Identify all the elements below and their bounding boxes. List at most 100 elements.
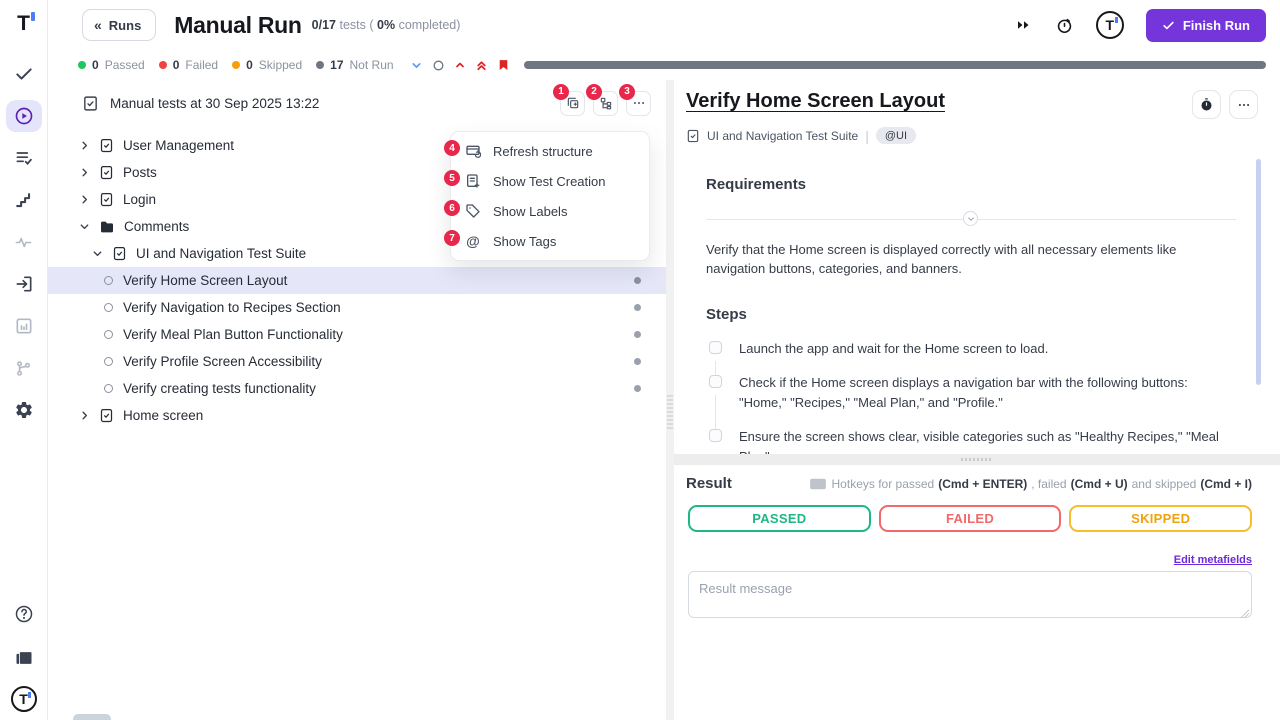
detail-more-button[interactable] — [1229, 90, 1258, 119]
bottom-partial-button[interactable] — [73, 714, 111, 720]
run-owner-avatar[interactable]: T — [1096, 11, 1124, 39]
brand-logo[interactable]: T — [17, 10, 30, 38]
timer-icon[interactable] — [1055, 16, 1074, 35]
test-status-circle — [104, 330, 113, 339]
suite-file-icon — [99, 138, 114, 153]
detail-scrollbar[interactable] — [1256, 159, 1261, 385]
notrun-dot — [316, 61, 324, 69]
back-to-runs-button[interactable]: « Runs — [82, 9, 156, 41]
steps-nav-icon[interactable] — [6, 184, 42, 216]
help-icon[interactable] — [6, 598, 42, 630]
passed-dot — [78, 61, 86, 69]
library-icon[interactable] — [6, 642, 42, 674]
tree-label: Verify Profile Screen Accessibility — [123, 354, 322, 369]
collapse-knob-icon[interactable] — [963, 211, 978, 226]
tree-label: UI and Navigation Test Suite — [136, 246, 306, 261]
rail-bottom: T — [6, 598, 42, 712]
test-title[interactable]: Verify Home Screen Layout — [686, 90, 945, 113]
test-status-circle — [104, 384, 113, 393]
tree-row-test[interactable]: Verify Navigation to Recipes Section — [48, 294, 666, 321]
tree-more-button[interactable]: 3 — [626, 91, 651, 116]
menu-item-show-test-creation[interactable]: 5 Show Test Creation — [451, 166, 649, 196]
stopwatch-button[interactable] — [1192, 90, 1221, 119]
top-bar: « Runs Manual Run 0/17 tests ( 0% comple… — [48, 0, 1280, 50]
edit-metafields-link[interactable]: Edit metafields — [1174, 554, 1252, 566]
tree-more-menu: 4 Refresh structure 5 Show Test Creation… — [450, 131, 650, 261]
analytics-nav-icon[interactable] — [6, 310, 42, 342]
test-list-nav-icon[interactable] — [6, 142, 42, 174]
tree-structure-button[interactable]: 2 — [593, 91, 618, 116]
skipped-count: 0Skipped — [232, 58, 302, 72]
activity-nav-icon[interactable] — [6, 226, 42, 258]
checks-nav-icon[interactable] — [6, 58, 42, 90]
chevron-right-icon[interactable] — [79, 167, 90, 178]
test-creation-icon — [465, 173, 481, 189]
hint-badge-6: 6 — [444, 200, 460, 216]
menu-label: Show Test Creation — [493, 174, 606, 189]
chevron-down-icon[interactable] — [92, 248, 103, 259]
step-checkbox[interactable] — [709, 341, 722, 354]
fast-forward-icon[interactable] — [1015, 16, 1033, 34]
splitter-handle[interactable] — [961, 458, 993, 461]
step-checkbox[interactable] — [709, 375, 722, 388]
tree-header: Manual tests at 30 Sep 2025 13:22 1 2 3 — [48, 80, 666, 126]
chevron-right-icon[interactable] — [79, 140, 90, 151]
back-label: Runs — [109, 18, 142, 33]
finish-run-button[interactable]: Finish Run — [1146, 9, 1266, 42]
brand-accent — [31, 12, 35, 21]
detail-header: Verify Home Screen Layout — [674, 80, 1280, 119]
priority-double-up-icon[interactable] — [475, 59, 488, 72]
passed-button[interactable]: PASSED — [688, 505, 871, 532]
copy-run-button[interactable]: 1 — [560, 91, 585, 116]
import-nav-icon[interactable] — [6, 268, 42, 300]
runs-nav-icon[interactable] — [6, 100, 42, 132]
hint-badge-4: 4 — [444, 140, 460, 156]
tree-row-test[interactable]: Verify Meal Plan Button Functionality — [48, 321, 666, 348]
priority-up-icon[interactable] — [454, 59, 466, 71]
panel-resize-divider[interactable] — [666, 80, 674, 720]
hint-badge-1: 1 — [553, 84, 569, 100]
tree-actions: 1 2 3 — [560, 91, 651, 116]
failed-button[interactable]: FAILED — [879, 505, 1062, 532]
expand-chevron-icon[interactable] — [410, 59, 423, 72]
test-dot — [634, 331, 641, 338]
resize-handle[interactable] — [667, 395, 673, 429]
tree-label: Verify Home Screen Layout — [123, 273, 287, 288]
settings-gear-icon[interactable] — [6, 394, 42, 426]
chevron-right-icon[interactable] — [79, 194, 90, 205]
avatar-accent — [28, 692, 31, 698]
menu-item-show-tags[interactable]: 7 @ Show Tags — [451, 226, 649, 256]
suite-file-icon — [686, 129, 700, 143]
suite-file-icon — [99, 165, 114, 180]
chevron-right-icon[interactable] — [79, 410, 90, 421]
result-section: Result Hotkeys for passed (Cmd + ENTER) … — [674, 465, 1280, 623]
tree-row-test[interactable]: Verify creating tests functionality — [48, 375, 666, 402]
result-message-input[interactable] — [688, 571, 1252, 618]
tree-label: Verify creating tests functionality — [123, 381, 316, 396]
menu-item-refresh-structure[interactable]: 4 Refresh structure — [451, 136, 649, 166]
user-avatar[interactable]: T — [11, 686, 37, 712]
step-checkbox[interactable] — [709, 429, 722, 442]
stopwatch-icon — [1199, 97, 1214, 112]
requirements-heading: Requirements — [706, 176, 1230, 193]
tree-row-test[interactable]: Verify Profile Screen Accessibility — [48, 348, 666, 375]
hint-badge-5: 5 — [444, 170, 460, 186]
hint-badge-2: 2 — [586, 84, 602, 100]
steps-heading: Steps — [706, 306, 1230, 323]
menu-item-show-labels[interactable]: 6 Show Labels — [451, 196, 649, 226]
skipped-button[interactable]: SKIPPED — [1069, 505, 1252, 532]
bookmark-icon[interactable] — [497, 58, 510, 72]
branch-nav-icon[interactable] — [6, 352, 42, 384]
suite-name[interactable]: UI and Navigation Test Suite — [707, 129, 858, 143]
tree-row-suite[interactable]: Home screen — [48, 402, 666, 429]
rail-nav — [6, 58, 42, 426]
tree-row-test-selected[interactable]: Verify Home Screen Layout — [48, 267, 666, 294]
step-text: Check if the Home screen displays a navi… — [739, 373, 1219, 413]
requirements-text: Verify that the Home screen is displayed… — [706, 240, 1226, 278]
steps-list: Launch the app and wait for the Home scr… — [706, 339, 1230, 454]
chevron-down-icon[interactable] — [79, 221, 90, 232]
result-splitter[interactable] — [674, 454, 1280, 465]
failed-count: 0Failed — [159, 58, 218, 72]
tag-badge[interactable]: @UI — [876, 127, 916, 144]
circle-marker-icon[interactable] — [432, 59, 445, 72]
